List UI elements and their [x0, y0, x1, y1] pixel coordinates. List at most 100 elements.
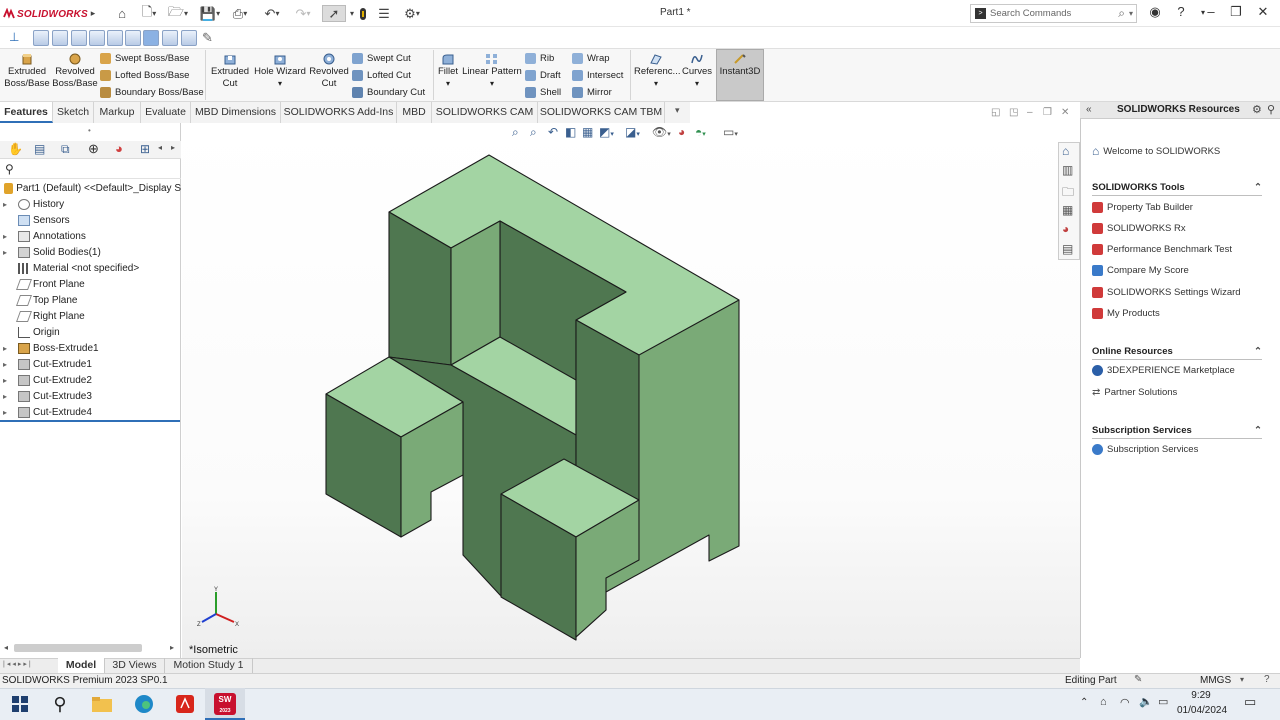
- network-icon[interactable]: ⌂: [1100, 696, 1107, 708]
- boundary-cut-button[interactable]: Boundary Cut: [352, 84, 425, 100]
- design-library-tab-icon[interactable]: ▥: [1062, 163, 1073, 177]
- expand-arrow-icon[interactable]: ▸: [0, 232, 10, 241]
- hole-wizard-dropdown-icon[interactable]: ▾: [278, 79, 282, 88]
- tab-solidworks-cam-tbm[interactable]: SOLIDWORKS CAM TBM: [538, 102, 665, 123]
- open-document-icon[interactable]: 🗁 ▾: [166, 4, 190, 22]
- tab-model[interactable]: Model: [58, 658, 105, 673]
- resource-link[interactable]: SOLIDWORKS Settings Wizard: [1092, 284, 1241, 300]
- tab-evaluate[interactable]: Evaluate: [141, 102, 191, 123]
- filter-icon[interactable]: ⚲: [5, 162, 14, 176]
- scroll-thumb[interactable]: [14, 644, 142, 652]
- save-icon[interactable]: 💾 ▾: [198, 5, 222, 22]
- tree-item-top-plane[interactable]: Top Plane: [0, 292, 181, 308]
- subscription-section-header[interactable]: Subscription Services ⌃: [1092, 425, 1262, 439]
- resource-link[interactable]: My Products: [1092, 305, 1160, 321]
- expand-arrow-icon[interactable]: ▸: [0, 248, 10, 257]
- custom-properties-tab-icon[interactable]: ▤: [1062, 242, 1073, 256]
- tree-horizontal-scrollbar[interactable]: ◂ ▸: [4, 642, 177, 654]
- revolved-boss-button[interactable]: Revolved Boss/Base: [52, 51, 98, 90]
- search-commands-box[interactable]: > Search Commands ⌕ ▾: [970, 4, 1137, 23]
- draft-button[interactable]: Draft: [525, 67, 561, 83]
- pin-icon[interactable]: ⊥: [9, 30, 19, 44]
- hole-wizard-button[interactable]: Hole Wizard ▾: [253, 51, 307, 90]
- tree-item-sensors[interactable]: Sensors: [0, 212, 181, 228]
- tree-item-right-plane[interactable]: Right Plane: [0, 308, 181, 324]
- view-bottom-icon[interactable]: [125, 30, 141, 46]
- collapse-chevron-icon[interactable]: ⌃: [1254, 182, 1262, 193]
- solidworks-logo[interactable]: SOLIDWORKS: [3, 6, 88, 22]
- wifi-icon[interactable]: ◠: [1120, 696, 1130, 709]
- view-trimetric-icon[interactable]: [162, 30, 178, 46]
- intersect-button[interactable]: Intersect: [572, 67, 623, 83]
- view-top-icon[interactable]: [107, 30, 123, 46]
- cam-tab-icon[interactable]: ⊞: [140, 142, 150, 156]
- view-dimetric-icon[interactable]: [181, 30, 197, 46]
- undo-icon[interactable]: ↶ ▾: [260, 5, 284, 22]
- tree-root-part[interactable]: Part1 (Default) <<Default>_Display S: [0, 180, 181, 196]
- scroll-left-icon[interactable]: ◂: [4, 643, 8, 652]
- clock-date[interactable]: 01/04/2024: [1177, 705, 1227, 716]
- extruded-cut-button[interactable]: Extruded Cut: [207, 51, 253, 90]
- collapse-chevron-icon[interactable]: ⌃: [1254, 346, 1262, 357]
- collapse-chevron-icon[interactable]: ⌃: [1254, 425, 1262, 436]
- boundary-boss-button[interactable]: Boundary Boss/Base: [100, 84, 204, 100]
- select-icon[interactable]: ➚: [322, 5, 346, 22]
- mirror-button[interactable]: Mirror: [572, 84, 612, 100]
- resource-link[interactable]: Subscription Services: [1092, 441, 1198, 457]
- view-right-icon[interactable]: [89, 30, 105, 46]
- view-palette-tab-icon[interactable]: ▦: [1062, 203, 1073, 217]
- expand-arrow-icon[interactable]: ▸: [0, 360, 10, 369]
- rebuild-icon[interactable]: [356, 5, 370, 22]
- new-document-icon[interactable]: 🗋 ▾: [137, 4, 161, 22]
- tab-3d-views[interactable]: 3D Views: [105, 658, 165, 673]
- normal-to-icon[interactable]: ✎: [202, 30, 213, 46]
- expand-arrow-icon[interactable]: ▸: [0, 408, 10, 417]
- solidworks-app-icon[interactable]: SW 2023: [213, 692, 237, 716]
- tab-mbd[interactable]: MBD: [397, 102, 432, 123]
- battery-icon[interactable]: ▭: [1158, 695, 1168, 708]
- search-commands-input[interactable]: Search Commands: [990, 8, 1114, 19]
- tree-item-front-plane[interactable]: Front Plane: [0, 276, 181, 292]
- help-icon[interactable]: ?: [1170, 4, 1192, 22]
- expand-arrow-icon[interactable]: ▸: [0, 392, 10, 401]
- rollback-bar[interactable]: [0, 420, 180, 422]
- reference-dropdown-icon[interactable]: ▾: [654, 79, 658, 88]
- tab-scroll-arrows-icon[interactable]: |◂◂▸▸|: [3, 660, 33, 668]
- status-help-icon[interactable]: ?: [1264, 674, 1270, 685]
- resource-link[interactable]: SOLIDWORKS Rx: [1092, 220, 1186, 236]
- search-dropdown-icon[interactable]: ▾: [1129, 9, 1136, 18]
- fillet-dropdown-icon[interactable]: ▾: [446, 79, 450, 88]
- welcome-link[interactable]: ⌂ Welcome to SOLIDWORKS: [1092, 143, 1220, 159]
- tree-item-cut-extrude2[interactable]: ▸ Cut-Extrude2: [0, 372, 181, 388]
- select-dropdown-icon[interactable]: ▾: [348, 5, 356, 22]
- account-icon[interactable]: ◉: [1144, 4, 1166, 22]
- appearances-tab-icon[interactable]: ◕: [1062, 222, 1069, 236]
- tree-item-solid-bodies[interactable]: ▸ Solid Bodies(1): [0, 244, 181, 260]
- expand-arrow-icon[interactable]: ▸: [0, 376, 10, 385]
- resources-tab-icon[interactable]: ⌂: [1062, 144, 1069, 158]
- scroll-right-icon[interactable]: ▸: [170, 643, 174, 652]
- collapse-pane-icon[interactable]: «: [1086, 104, 1092, 115]
- view-front-icon[interactable]: [33, 30, 49, 46]
- resource-link[interactable]: Property Tab Builder: [1092, 199, 1193, 215]
- display-manager-tab-icon[interactable]: ◕: [115, 141, 123, 156]
- tabs-dropdown-icon[interactable]: ▾: [675, 105, 680, 116]
- lofted-cut-button[interactable]: Lofted Cut: [352, 67, 411, 83]
- menu-expand-icon[interactable]: ▸: [88, 5, 98, 22]
- tabs-next-icon[interactable]: ▸: [171, 143, 175, 152]
- wrap-button[interactable]: Wrap: [572, 50, 610, 66]
- home-icon[interactable]: ⌂: [113, 5, 131, 22]
- status-units[interactable]: MMGS: [1200, 675, 1231, 686]
- tree-item-cut-extrude3[interactable]: ▸ Cut-Extrude3: [0, 388, 181, 404]
- pane-grip-icon[interactable]: •: [88, 126, 91, 135]
- volume-icon[interactable]: 🔈: [1139, 695, 1153, 708]
- property-manager-tab-icon[interactable]: ▤: [34, 142, 45, 156]
- task-pane-pin-icon[interactable]: ⚲: [1267, 103, 1275, 116]
- tab-sketch[interactable]: Sketch: [53, 102, 94, 123]
- minimize-icon[interactable]: –: [1200, 4, 1222, 22]
- edge-browser-icon[interactable]: [132, 692, 156, 716]
- view-left-icon[interactable]: [71, 30, 87, 46]
- tree-item-boss-extrude1[interactable]: ▸ Boss-Extrude1: [0, 340, 181, 356]
- viewport-expand-icon[interactable]: ◳: [1009, 107, 1018, 118]
- tab-features[interactable]: Features: [0, 102, 53, 123]
